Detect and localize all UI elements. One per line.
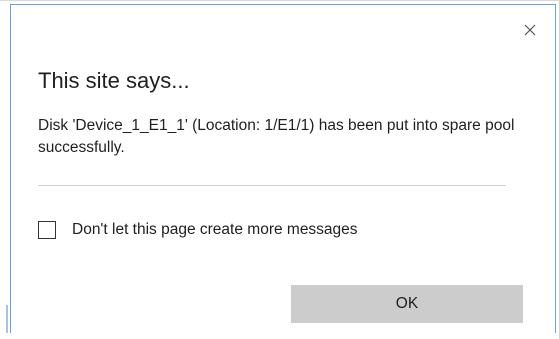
ok-button[interactable]: OK — [291, 285, 523, 323]
suppress-messages-label: Don't let this page create more messages — [72, 221, 358, 238]
dialog-divider — [38, 185, 506, 186]
close-button[interactable] — [519, 19, 541, 41]
dialog-message: Disk 'Device_1_E1_1' (Location: 1/E1/1) … — [38, 117, 515, 156]
dialog-title: This site says... — [38, 68, 190, 93]
window-edge-accent — [6, 305, 8, 333]
page-background: This site says... Disk 'Device_1_E1_1' (… — [0, 0, 559, 339]
suppress-messages-checkbox[interactable] — [38, 221, 56, 239]
close-icon — [524, 24, 536, 36]
top-divider — [0, 0, 559, 1]
alert-dialog: This site says... Disk 'Device_1_E1_1' (… — [10, 4, 556, 333]
suppress-messages-option[interactable]: Don't let this page create more messages — [38, 221, 358, 239]
